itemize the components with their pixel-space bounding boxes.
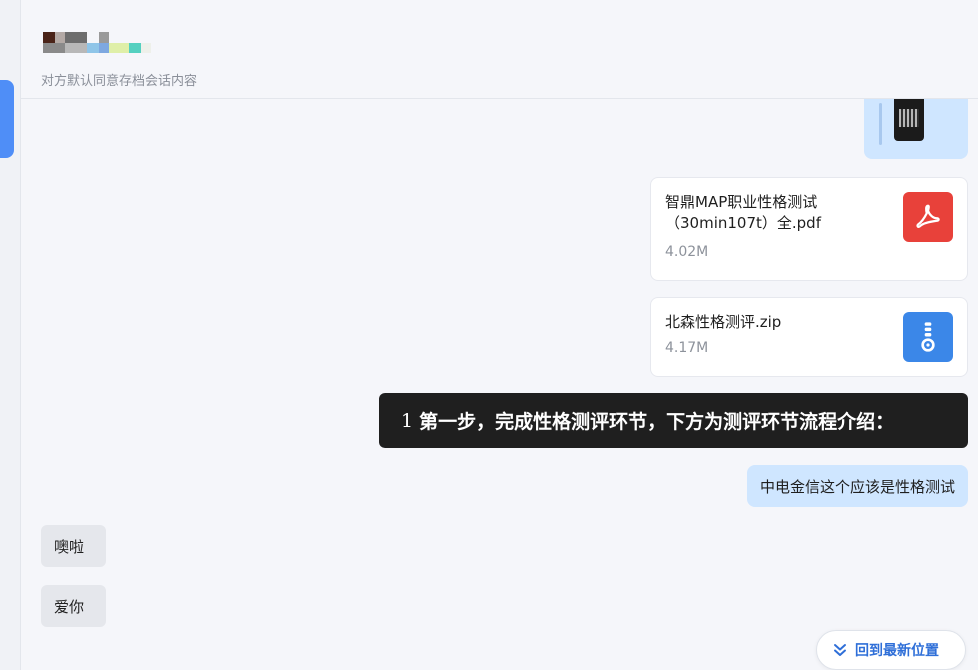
step-number: 1 (401, 409, 414, 432)
file-message-pdf[interactable]: 智鼎MAP职业性格测试（30min107t）全.pdf 4.02M (650, 177, 968, 281)
file-size: 4.02M (665, 244, 709, 260)
sidebar-tab[interactable] (0, 80, 14, 158)
image-thumbnail (894, 99, 924, 141)
chat-header: 对方默认同意存档会话内容 (21, 0, 978, 99)
contact-name-mosaic (43, 32, 153, 54)
quote-bar (879, 103, 882, 145)
image-caption-overlay: 1 第一步，完成性格测评环节，下方为测评环节流程介绍： (379, 393, 968, 448)
pdf-icon (903, 192, 953, 242)
received-message[interactable]: 噢啦 (41, 525, 106, 567)
sent-message[interactable]: 中电金信这个应该是性格测试 (746, 465, 968, 507)
archive-notice: 对方默认同意存档会话内容 (41, 74, 198, 89)
file-name: 北森性格测评.zip (665, 313, 782, 331)
file-message-zip[interactable]: 北森性格测评.zip 4.17M (650, 297, 968, 377)
message-list[interactable]: 智鼎MAP职业性格测试（30min107t）全.pdf 4.02M 北森性格测评… (21, 99, 978, 670)
file-name: 智鼎MAP职业性格测试（30min107t）全.pdf (665, 193, 821, 232)
caption-text: 第一步，完成性格测评环节，下方为测评环节流程介绍： (419, 411, 895, 433)
file-size: 4.17M (665, 340, 709, 356)
received-message[interactable]: 爱你 (41, 585, 106, 627)
jump-to-latest-button[interactable]: 回到最新位置 (816, 630, 966, 670)
jump-button-label: 回到最新位置 (855, 643, 939, 659)
image-message[interactable] (864, 99, 968, 159)
zip-icon (903, 312, 953, 362)
qr-code-icon (899, 109, 919, 127)
left-rail (0, 0, 21, 670)
double-chevron-down-icon (833, 643, 847, 657)
